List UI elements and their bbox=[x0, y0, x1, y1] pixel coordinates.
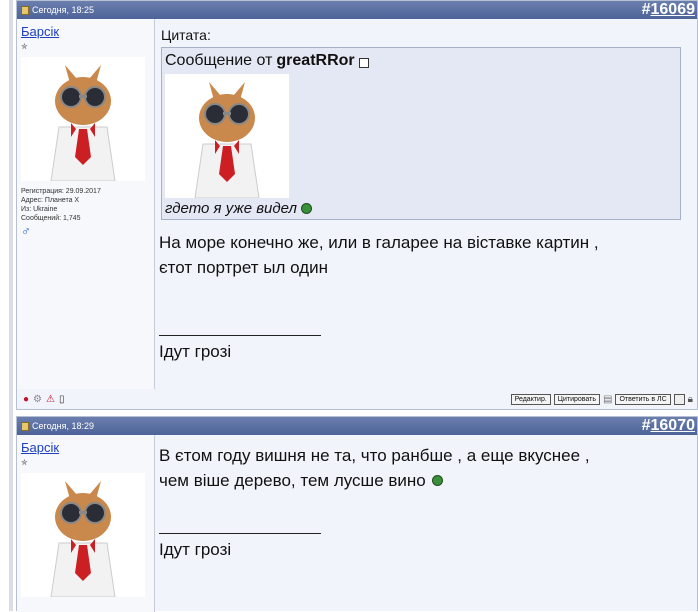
smile-icon bbox=[300, 203, 312, 214]
offline-status-icon: ● bbox=[23, 393, 30, 405]
post-doc-icon bbox=[21, 421, 29, 431]
smile-icon bbox=[431, 475, 443, 486]
avatar bbox=[21, 473, 145, 598]
signature-divider bbox=[159, 335, 321, 336]
user-info: Регистрация: 29.09.2017 Адрес: Планета X… bbox=[21, 187, 150, 223]
post-number-link[interactable]: 16069 bbox=[651, 1, 696, 18]
post-number[interactable]: #16070 bbox=[642, 417, 697, 435]
user-sidebar: Барсік ✮ bbox=[17, 435, 155, 612]
multiquote-icon[interactable]: ▤ bbox=[603, 394, 612, 405]
post-number-prefix: # bbox=[641, 1, 651, 18]
signature: Ідут грозі bbox=[159, 342, 232, 361]
post-number-prefix: # bbox=[641, 417, 651, 434]
post-header: Сегодня, 18:25 #16069 bbox=[17, 1, 697, 19]
post-date: Сегодня, 18:29 bbox=[32, 421, 95, 431]
post-header: Сегодня, 18:29 #16070 bbox=[17, 417, 697, 435]
reputation-icon[interactable]: ⚙ bbox=[33, 394, 42, 405]
post-date: Сегодня, 18:25 bbox=[32, 5, 95, 15]
post-footer: ● ⚙ ⚠ ▯ Редактир. Цитировать ▤ Ответить … bbox=[17, 389, 697, 409]
quote-from-prefix: Сообщение от bbox=[165, 52, 273, 69]
username-link[interactable]: Барсік bbox=[21, 24, 59, 39]
message-line: чем віше дерево, тем лусше вино bbox=[159, 471, 426, 490]
avatar bbox=[21, 57, 145, 182]
post-content: Цитата: Сообщение от greatRRor гдето я у… bbox=[155, 19, 697, 389]
quote-image bbox=[165, 74, 289, 199]
username-link[interactable]: Барсік bbox=[21, 440, 59, 455]
edit-button[interactable]: Редактир. bbox=[510, 393, 551, 405]
left-page-border bbox=[9, 0, 13, 611]
report-icon[interactable]: ⚠ bbox=[46, 394, 55, 405]
address: Адрес: Планета X bbox=[21, 197, 80, 204]
forum-post: Сегодня, 18:29 #16070 Барсік ✮ В єтом го… bbox=[16, 416, 698, 612]
location: Из: Ukraine bbox=[21, 206, 58, 213]
message-line: єтот портрет ыл один bbox=[159, 258, 328, 277]
add-icon[interactable] bbox=[673, 393, 685, 405]
quote-author: greatRRor bbox=[276, 52, 355, 69]
reg-date: Регистрация: 29.09.2017 bbox=[21, 188, 101, 195]
message-line: На море конечно же, или в галарее на віс… bbox=[159, 233, 599, 252]
post-content: В єтом году вишня не та, что ранбше , а … bbox=[155, 435, 697, 612]
user-sidebar: Барсік ✮ Регистрация: 29.09.2017 Адрес: bbox=[17, 19, 155, 389]
quote-block: Сообщение от greatRRor гдето я уже видел bbox=[161, 47, 681, 220]
signature-divider bbox=[159, 533, 321, 534]
post-doc-icon bbox=[21, 5, 29, 15]
ip-icon[interactable]: ▯ bbox=[59, 394, 65, 405]
view-post-icon[interactable] bbox=[358, 58, 369, 68]
quote-button[interactable]: Цитировать bbox=[553, 393, 601, 405]
male-icon: ♂ bbox=[21, 223, 31, 238]
reply-pm-button[interactable]: Ответить в ЛС bbox=[615, 393, 671, 405]
post-number-link[interactable]: 16070 bbox=[651, 417, 696, 434]
rank-icon: ✮ bbox=[21, 458, 28, 467]
post-message: На море конечно же, или в галарее на віс… bbox=[159, 230, 697, 280]
rank-icon: ✮ bbox=[21, 42, 28, 51]
signature: Ідут грозі bbox=[159, 540, 232, 559]
quote-text: гдето я уже видел bbox=[165, 200, 297, 217]
lock-icon[interactable]: 🔒︎ bbox=[688, 394, 693, 405]
post-count: Сообщений: 1,745 bbox=[21, 215, 81, 222]
message-line: В єтом году вишня не та, что ранбше , а … bbox=[159, 446, 590, 465]
quote-label: Цитата: bbox=[161, 27, 211, 43]
forum-post: Сегодня, 18:25 #16069 Барсік ✮ Регистрац… bbox=[16, 0, 698, 410]
post-number[interactable]: #16069 bbox=[642, 1, 697, 19]
